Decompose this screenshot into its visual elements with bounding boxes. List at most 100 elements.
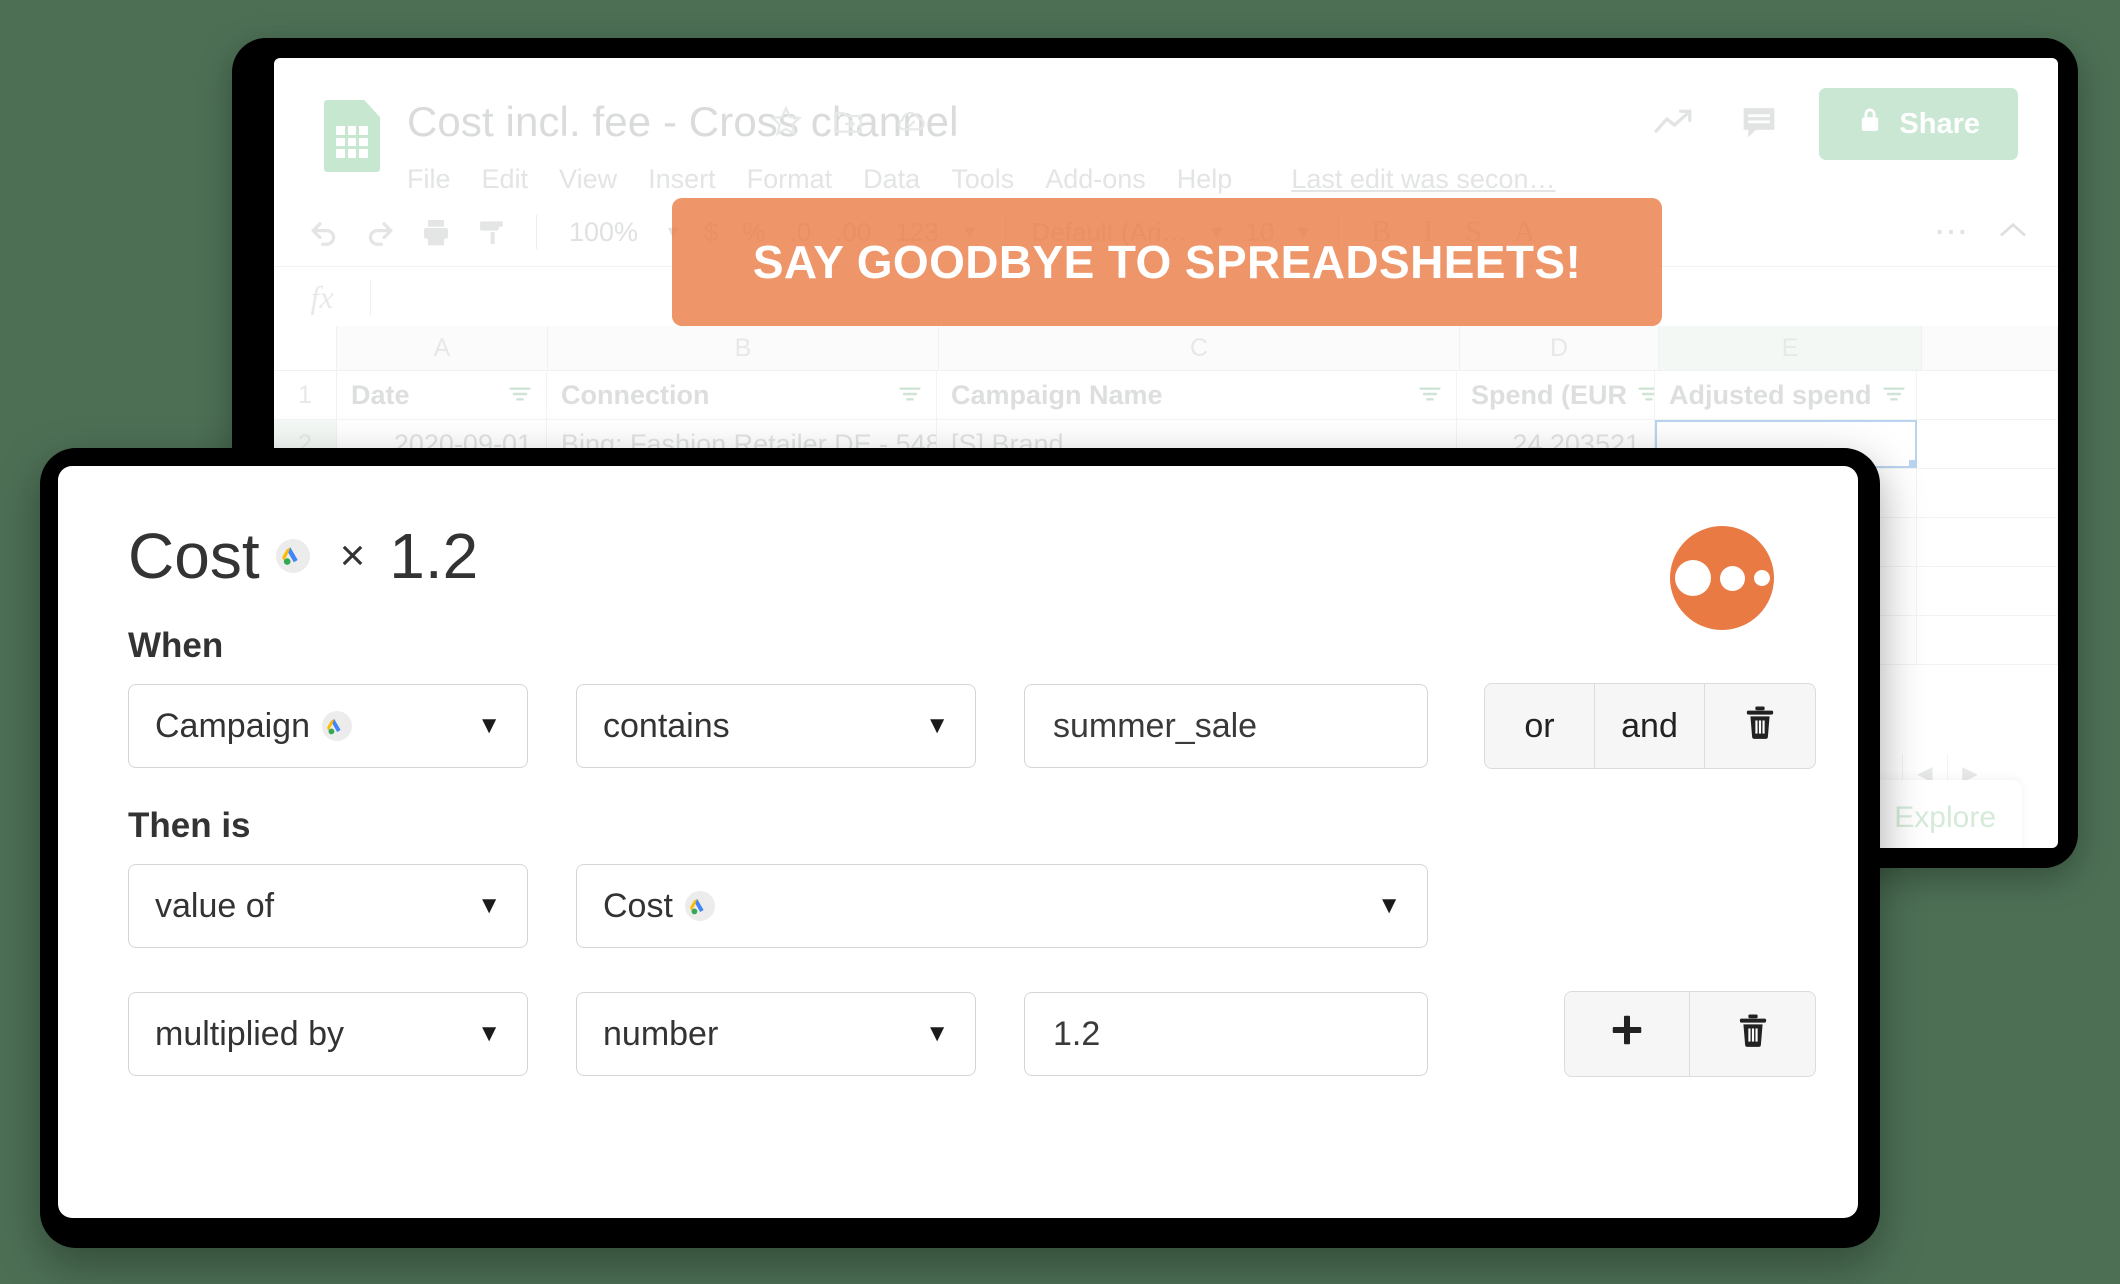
then-action-buttons	[1564, 991, 1816, 1077]
collapse-toolbar-icon[interactable]	[1978, 217, 2058, 248]
sheets-doc-icon	[324, 100, 380, 172]
filter-icon[interactable]	[1637, 380, 1654, 411]
last-edit-link[interactable]: Last edit was secon…	[1291, 164, 1555, 195]
paint-format-icon[interactable]	[464, 204, 520, 260]
then-operand-type-select[interactable]: number ▼	[576, 992, 976, 1076]
column-header-f[interactable]	[1922, 326, 2058, 370]
print-icon[interactable]	[408, 204, 464, 260]
modal-title-value: 1.2	[389, 520, 479, 592]
column-header-c[interactable]: C	[939, 326, 1460, 370]
plus-icon	[1608, 1011, 1646, 1058]
menu-item-help[interactable]: Help	[1177, 164, 1233, 195]
then-mode-value: value of	[155, 886, 275, 925]
filter-icon[interactable]	[508, 380, 532, 411]
title-action-icons	[769, 104, 929, 138]
cloud-saved-icon[interactable]	[893, 104, 929, 138]
star-icon[interactable]	[769, 104, 803, 138]
when-operator-select[interactable]: contains ▼	[576, 684, 976, 768]
comment-icon[interactable]	[1739, 103, 1779, 146]
chevron-down-icon[interactable]: ▼	[477, 892, 501, 920]
move-to-folder-icon[interactable]	[831, 104, 865, 138]
zoom-level[interactable]: 100%	[553, 217, 654, 248]
header-cell-spend[interactable]: Spend (EUR	[1457, 371, 1655, 419]
header-cell-connection[interactable]: Connection	[547, 371, 937, 419]
menu-item-edit[interactable]: Edit	[482, 164, 529, 195]
delete-condition-button[interactable]	[1705, 684, 1815, 768]
menu-item-tools[interactable]: Tools	[951, 164, 1014, 195]
then-metric-select[interactable]: Cost ▼	[576, 864, 1428, 948]
when-operator-value: contains	[603, 706, 730, 745]
cell-f4[interactable]	[1917, 518, 2058, 566]
trash-icon	[1736, 1011, 1770, 1058]
header-cell-adjusted-spend[interactable]: Adjusted spend	[1655, 371, 1917, 419]
then-metric-value: Cost	[603, 886, 673, 925]
modal-title-operator: ×	[339, 531, 366, 580]
when-logic-buttons: or and	[1484, 683, 1816, 769]
then-operand-field[interactable]	[1024, 992, 1428, 1076]
column-header-d[interactable]: D	[1460, 326, 1659, 370]
menu-item-format[interactable]: Format	[747, 164, 833, 195]
more-options-icon[interactable]: ⋯	[1934, 212, 1978, 252]
column-header-e[interactable]: E	[1659, 326, 1922, 370]
cell-f5[interactable]	[1917, 567, 2058, 615]
share-button[interactable]: Share	[1819, 88, 2018, 160]
when-field-select[interactable]: Campaign ▼	[128, 684, 528, 768]
filter-icon[interactable]	[1882, 380, 1906, 411]
cell-f3[interactable]	[1917, 469, 2058, 517]
trending-up-icon[interactable]	[1653, 105, 1699, 144]
then-operand-input[interactable]	[1051, 1013, 1401, 1055]
when-value-field[interactable]	[1024, 684, 1428, 768]
then-operation-select[interactable]: multiplied by ▼	[128, 992, 528, 1076]
supermetrics-dots-logo	[1670, 526, 1774, 630]
redo-icon[interactable]	[352, 204, 408, 260]
and-button[interactable]: and	[1595, 684, 1705, 768]
header-cell-empty[interactable]	[1917, 371, 2058, 419]
sheets-titlebar: Cost incl. fee - Cross channel File Edit…	[274, 58, 2058, 198]
menu-item-data[interactable]: Data	[863, 164, 920, 195]
marketing-banner: SAY GOODBYE TO SPREADSHEETS!	[672, 198, 1662, 326]
chevron-down-icon[interactable]: ▼	[477, 1020, 501, 1048]
chevron-down-icon[interactable]: ▼	[925, 712, 949, 740]
menu-item-insert[interactable]: Insert	[648, 164, 716, 195]
then-operation-row: multiplied by ▼ number ▼	[128, 991, 1816, 1077]
when-condition-row: Campaign ▼ contains ▼ summer_sale or and	[128, 683, 1816, 769]
menu-item-addons[interactable]: Add-ons	[1045, 164, 1146, 195]
filter-icon[interactable]	[898, 380, 922, 411]
menu-item-view[interactable]: View	[559, 164, 617, 195]
google-ads-icon	[684, 891, 715, 921]
trash-icon	[1743, 703, 1777, 750]
google-ads-icon	[275, 539, 310, 573]
undo-icon[interactable]	[296, 204, 352, 260]
then-mode-select[interactable]: value of ▼	[128, 864, 528, 948]
menu-item-file[interactable]: File	[407, 164, 451, 195]
header-cell-label: Date	[351, 379, 410, 410]
cell-f6[interactable]	[1917, 616, 2058, 664]
chevron-down-icon[interactable]: ▼	[1377, 892, 1401, 920]
modal-device-frame: Cost × 1.2 When Campaign ▼ contains ▼ su…	[40, 448, 1880, 1248]
chevron-down-icon[interactable]: ▼	[925, 1020, 949, 1048]
row-header-1[interactable]: 1	[274, 371, 337, 419]
column-header-b[interactable]: B	[548, 326, 939, 370]
table-row: 1 Date Connection Campaign Name Spend (E…	[274, 371, 2058, 420]
delete-operation-button[interactable]	[1690, 992, 1815, 1076]
share-button-label: Share	[1899, 107, 1980, 140]
when-value-input[interactable]	[1051, 705, 1401, 747]
add-operation-button[interactable]	[1565, 992, 1690, 1076]
chevron-down-icon[interactable]: ▼	[477, 712, 501, 740]
or-button[interactable]: or	[1485, 684, 1595, 768]
filter-icon[interactable]	[1418, 380, 1442, 411]
lock-icon	[1857, 105, 1883, 143]
header-cell-label: Connection	[561, 379, 710, 410]
column-header-a[interactable]: A	[337, 326, 548, 370]
header-cell-campaign-name[interactable]: Campaign Name	[937, 371, 1457, 419]
fx-icon: fx	[310, 278, 334, 315]
then-operand-type-value: number	[603, 1014, 719, 1053]
modal-title-prefix: Cost	[128, 520, 260, 592]
header-cell-date[interactable]: Date	[337, 371, 547, 419]
toolbar-divider	[536, 215, 537, 249]
when-section-label: When	[128, 626, 224, 665]
then-operation-value: multiplied by	[155, 1014, 344, 1053]
select-all-corner[interactable]	[274, 326, 337, 370]
cell-f2[interactable]	[1917, 420, 2058, 468]
marketing-banner-text: SAY GOODBYE TO SPREADSHEETS!	[752, 236, 1582, 288]
